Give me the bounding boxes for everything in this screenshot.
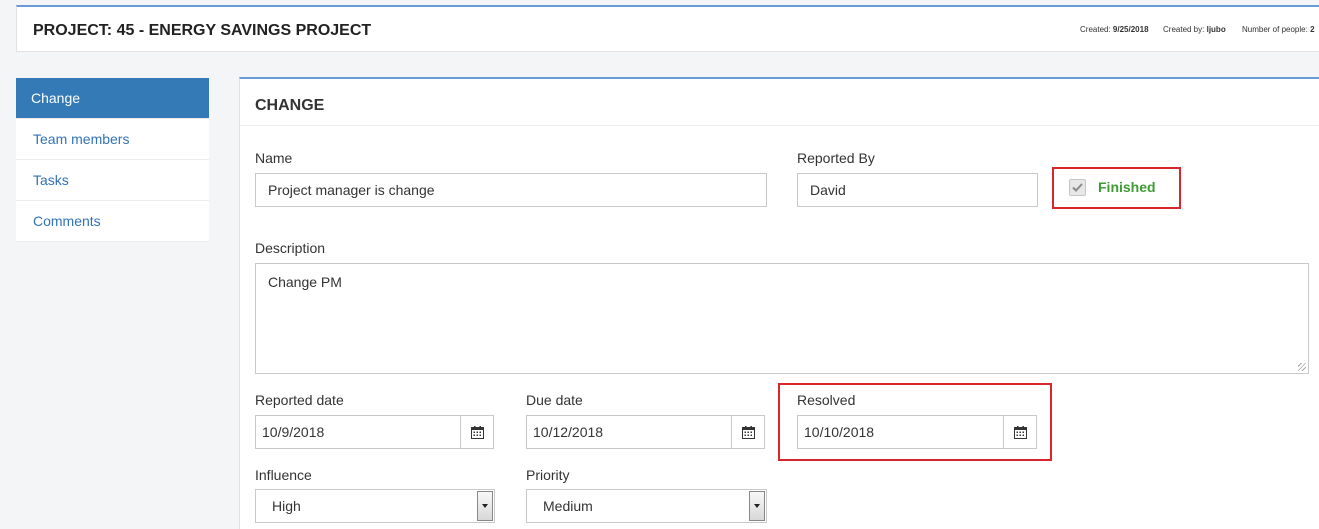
resolved-date-value: 10/10/2018: [804, 424, 875, 440]
created-label: Created:: [1080, 25, 1111, 34]
checkmark-icon: [1072, 183, 1083, 192]
heading-divider: [240, 125, 1319, 126]
calendar-icon: [470, 425, 484, 439]
created-by-value: ljubo: [1206, 25, 1226, 34]
description-text: Change PM: [268, 274, 342, 290]
people-info: Number of people: 2: [1242, 25, 1315, 34]
created-by-label: Created by:: [1163, 25, 1205, 34]
created-info: Created: 9/25/2018: [1080, 25, 1149, 34]
project-header: PROJECT: 45 - ENERGY SAVINGS PROJECT Cre…: [16, 5, 1319, 52]
resolved-calendar-button[interactable]: [1003, 416, 1036, 448]
created-value: 9/25/2018: [1112, 25, 1149, 34]
name-input[interactable]: Project manager is change: [255, 173, 767, 207]
people-value: 2: [1310, 25, 1315, 34]
due-date-input[interactable]: 10/12/2018: [526, 415, 765, 449]
sidebar-item-change[interactable]: Change: [16, 78, 209, 119]
description-textarea[interactable]: Change PM: [255, 263, 1309, 374]
reported-date-value: 10/9/2018: [262, 424, 325, 440]
finished-checkbox[interactable]: [1069, 179, 1086, 196]
priority-dropdown-button[interactable]: [749, 491, 765, 521]
influence-dropdown-button[interactable]: [477, 491, 493, 521]
reported-by-label: Reported By: [797, 150, 875, 166]
due-date-value: 10/12/2018: [533, 424, 604, 440]
resolved-label: Resolved: [797, 392, 856, 408]
calendar-icon: [1013, 425, 1027, 439]
chevron-down-icon: [754, 504, 760, 508]
sidebar-nav: Change Team members Tasks Comments: [16, 78, 209, 242]
panel-heading: CHANGE: [255, 97, 325, 114]
project-title: PROJECT: 45 - ENERGY SAVINGS PROJECT: [33, 22, 372, 39]
reported-date-calendar-button[interactable]: [460, 416, 493, 448]
created-by-info: Created by: ljubo: [1163, 25, 1226, 34]
influence-value: High: [272, 498, 301, 514]
name-label: Name: [255, 150, 293, 166]
resize-grip-icon[interactable]: [1298, 363, 1306, 371]
sidebar-item-team-members[interactable]: Team members: [16, 119, 209, 160]
chevron-down-icon: [482, 504, 488, 508]
reported-date-label: Reported date: [255, 392, 344, 408]
people-label: Number of people:: [1242, 25, 1308, 34]
sidebar-item-tasks[interactable]: Tasks: [16, 160, 209, 201]
due-date-calendar-button[interactable]: [731, 416, 764, 448]
priority-value: Medium: [543, 498, 593, 514]
priority-select[interactable]: Medium: [526, 489, 767, 523]
reported-date-input[interactable]: 10/9/2018: [255, 415, 494, 449]
influence-label: Influence: [255, 467, 312, 483]
sidebar-item-comments[interactable]: Comments: [16, 201, 209, 242]
influence-select[interactable]: High: [255, 489, 495, 523]
change-panel: CHANGE Name Project manager is change Re…: [239, 77, 1319, 529]
priority-label: Priority: [526, 467, 570, 483]
calendar-icon: [741, 425, 755, 439]
finished-label: Finished: [1098, 179, 1156, 195]
due-date-label: Due date: [526, 392, 583, 408]
description-label: Description: [255, 240, 326, 256]
resolved-date-input[interactable]: 10/10/2018: [797, 415, 1037, 449]
reported-by-input[interactable]: David: [797, 173, 1038, 207]
